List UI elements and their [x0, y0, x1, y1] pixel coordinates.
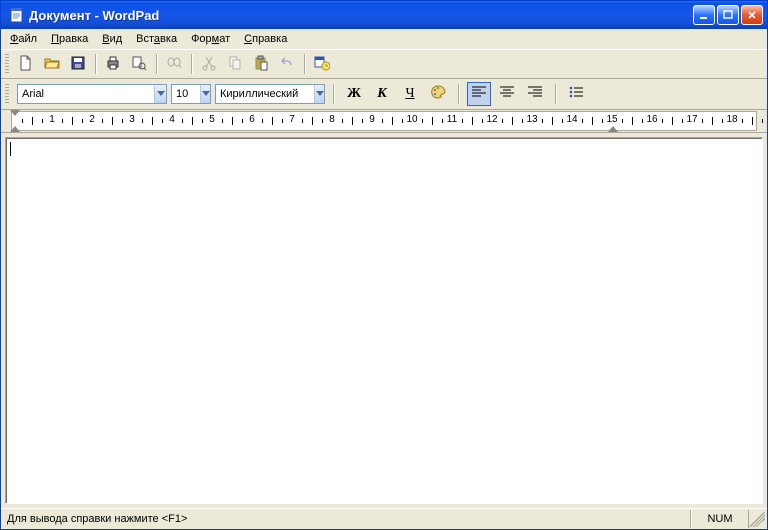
ruler-label: 5 [209, 114, 215, 125]
new-file-icon [18, 55, 34, 74]
save-disk-icon [70, 55, 86, 74]
standard-toolbar [1, 50, 767, 79]
datetime-icon [314, 55, 330, 74]
open-button[interactable] [40, 52, 64, 76]
palette-icon [430, 84, 446, 105]
separator [95, 54, 96, 74]
undo-icon [279, 55, 295, 74]
ruler-label: 16 [646, 114, 657, 125]
separator [191, 54, 192, 74]
new-button[interactable] [14, 52, 38, 76]
ruler-label: 1 [49, 114, 55, 125]
copy-button[interactable] [223, 52, 247, 76]
statusbar: Для вывода справки нажмите <F1> NUM [1, 508, 767, 529]
ruler-label: 18 [726, 114, 737, 125]
menu-file[interactable]: Файл [3, 31, 44, 47]
find-button[interactable] [162, 52, 186, 76]
right-indent-marker[interactable] [608, 126, 618, 132]
datetime-button[interactable] [310, 52, 334, 76]
ruler-label: 14 [566, 114, 577, 125]
ruler-label: 11 [447, 114, 457, 125]
ruler-label: 4 [169, 114, 175, 125]
text-editor[interactable] [5, 137, 763, 504]
menubar: Файл Правка Вид Вставка Формат Справка [1, 29, 767, 50]
left-indent-marker[interactable] [10, 126, 20, 132]
paste-icon [253, 55, 269, 74]
menu-view[interactable]: Вид [95, 31, 129, 47]
separator [555, 84, 556, 104]
charset-input[interactable] [216, 85, 314, 103]
ruler-label: 7 [289, 114, 295, 125]
ruler-label: 6 [249, 114, 255, 125]
align-left-icon [472, 86, 486, 103]
dropdown-arrow-icon[interactable] [200, 85, 210, 103]
print-button[interactable] [101, 52, 125, 76]
copy-icon [227, 55, 243, 74]
menu-insert[interactable]: Вставка [129, 31, 184, 47]
separator [458, 84, 459, 104]
align-right-button[interactable] [523, 82, 547, 106]
app-icon [9, 7, 25, 23]
toolbar-grip[interactable] [5, 54, 9, 74]
caret [10, 142, 11, 156]
ruler-label: 10 [406, 114, 417, 125]
maximize-button[interactable] [717, 5, 739, 25]
separator [156, 54, 157, 74]
ruler-label: 9 [369, 114, 375, 125]
format-toolbar: Ж К Ч [1, 79, 767, 110]
align-center-icon [500, 86, 514, 103]
align-right-icon [528, 86, 542, 103]
ruler[interactable]: 123456789101112131415161718 [1, 110, 767, 133]
separator [304, 54, 305, 74]
window: Документ - WordPad Файл Правка Вид Встав… [0, 0, 768, 530]
first-line-indent-marker[interactable] [10, 110, 20, 116]
ruler-label: 13 [526, 114, 537, 125]
font-size-combo[interactable] [171, 84, 211, 104]
minimize-button[interactable] [693, 5, 715, 25]
cut-icon [201, 55, 217, 74]
bullets-icon [569, 86, 583, 103]
toolbar-grip[interactable] [5, 84, 9, 104]
menu-edit[interactable]: Правка [44, 31, 95, 47]
save-button[interactable] [66, 52, 90, 76]
status-help-text: Для вывода справки нажмите <F1> [1, 510, 691, 528]
ruler-label: 12 [486, 114, 497, 125]
charset-combo[interactable] [215, 84, 325, 104]
resize-grip-icon[interactable] [749, 511, 765, 527]
separator [333, 84, 334, 104]
paste-button[interactable] [249, 52, 273, 76]
dropdown-arrow-icon[interactable] [314, 85, 324, 103]
print-preview-icon [131, 55, 147, 74]
font-input[interactable] [18, 85, 154, 103]
status-num: NUM [691, 510, 749, 528]
bullets-button[interactable] [564, 82, 588, 106]
titlebar: Документ - WordPad [1, 1, 767, 29]
open-folder-icon [44, 55, 60, 74]
ruler-label: 8 [329, 114, 335, 125]
ruler-label: 17 [686, 114, 697, 125]
ruler-label: 15 [606, 114, 617, 125]
underline-button[interactable]: Ч [398, 82, 422, 106]
undo-button[interactable] [275, 52, 299, 76]
ruler-label: 3 [129, 114, 135, 125]
color-button[interactable] [426, 82, 450, 106]
menu-format[interactable]: Формат [184, 31, 237, 47]
align-center-button[interactable] [495, 82, 519, 106]
italic-button[interactable]: К [370, 82, 394, 106]
window-title: Документ - WordPad [29, 8, 693, 23]
font-combo[interactable] [17, 84, 167, 104]
cut-button[interactable] [197, 52, 221, 76]
menu-help[interactable]: Справка [237, 31, 294, 47]
printer-icon [105, 55, 121, 74]
align-left-button[interactable] [467, 82, 491, 106]
font-size-input[interactable] [172, 85, 200, 103]
print-preview-button[interactable] [127, 52, 151, 76]
dropdown-arrow-icon[interactable] [154, 85, 166, 103]
ruler-label: 2 [89, 114, 95, 125]
bold-button[interactable]: Ж [342, 82, 366, 106]
close-button[interactable] [741, 5, 763, 25]
find-icon [166, 55, 182, 74]
